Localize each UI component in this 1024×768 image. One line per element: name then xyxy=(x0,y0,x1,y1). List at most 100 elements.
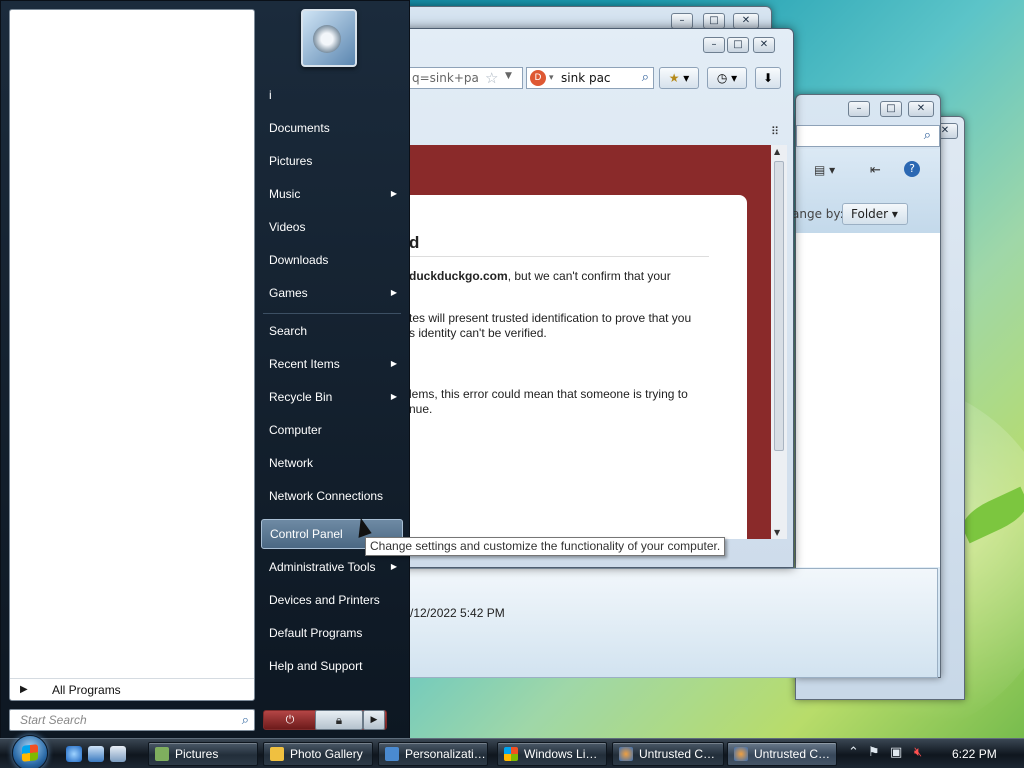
task-button-untrusted-2[interactable]: Untrusted C… xyxy=(727,742,837,766)
address-dropdown-icon[interactable]: ▼ xyxy=(505,71,512,81)
folder-search-field[interactable]: ⌕ xyxy=(796,125,940,147)
task-label: Pictures xyxy=(175,747,219,761)
bookmark-star-icon[interactable]: ☆ xyxy=(485,69,498,87)
menu-item-label: Music xyxy=(269,187,301,201)
error-heading: d xyxy=(409,233,709,257)
user-picture-icon[interactable] xyxy=(301,9,357,67)
sidebar-item-network-connections[interactable]: Network Connections xyxy=(261,483,403,509)
lock-button[interactable]: 🔒︎ xyxy=(315,710,363,730)
scroll-thumb[interactable] xyxy=(774,161,784,451)
sidebar-item-recent-items[interactable]: Recent Items ▶ xyxy=(261,351,403,377)
task-button-pictures[interactable]: Pictures xyxy=(148,742,258,766)
search-engine-box[interactable]: D ▾ sink pac ⌕ xyxy=(526,67,654,89)
minimize-button[interactable]: – xyxy=(848,101,870,117)
arrow-right-icon: ▶ xyxy=(370,715,378,725)
sidebar-item-music[interactable]: Music ▶ xyxy=(261,181,403,207)
sidebar-item-videos[interactable]: Videos xyxy=(261,214,403,240)
show-desktop-icon[interactable] xyxy=(88,746,104,762)
power-icon[interactable]: ⏻ xyxy=(264,711,316,729)
date-modified: /12/2022 5:42 PM xyxy=(410,606,505,620)
maximize-button[interactable]: □ xyxy=(727,37,749,53)
scroll-down-icon[interactable]: ▼ xyxy=(774,528,780,537)
start-search-input[interactable]: Start Search ⌕ xyxy=(9,709,255,731)
task-button-photo-gallery[interactable]: Photo Gallery xyxy=(263,742,373,766)
submenu-arrow-icon: ▶ xyxy=(390,359,397,368)
firefox-icon xyxy=(619,747,633,761)
search-icon[interactable]: ⌕ xyxy=(242,710,249,730)
close-button[interactable]: ✕ xyxy=(908,101,934,117)
scroll-up-icon[interactable]: ▲ xyxy=(774,147,780,156)
show-hidden-icons-icon[interactable]: ⌃ xyxy=(848,745,859,760)
help-icon[interactable]: ? xyxy=(904,161,920,177)
start-search-placeholder: Start Search xyxy=(20,713,87,727)
minimize-button[interactable]: – xyxy=(703,37,725,53)
start-menu: ▶ All Programs Start Search ⌕ i Document… xyxy=(0,0,410,740)
volume-muted-icon[interactable]: 🔇︎ xyxy=(914,745,922,760)
maximize-button[interactable]: □ xyxy=(703,13,725,29)
bookmarks-button[interactable]: ★ ▾ xyxy=(659,67,699,89)
search-icon[interactable]: ⌕ xyxy=(924,128,931,143)
error-line-4: lems, this error could mean that someone… xyxy=(409,387,688,401)
error-line-1-rest: , but we can't confirm that your xyxy=(507,269,671,283)
sidebar-item-help-and-support[interactable]: Help and Support xyxy=(261,653,403,679)
download-arrow-icon: ⬇ xyxy=(762,71,774,85)
task-button-windows-live[interactable]: Windows Li… xyxy=(497,742,607,766)
action-center-flag-icon[interactable]: ⚑ xyxy=(868,745,880,760)
switch-windows-icon[interactable] xyxy=(110,746,126,762)
sidebar-item-default-programs[interactable]: Default Programs xyxy=(261,620,403,646)
search-input[interactable]: sink pac xyxy=(561,68,611,88)
start-button[interactable] xyxy=(12,735,48,768)
close-button[interactable]: ✕ xyxy=(753,37,775,53)
internet-explorer-icon[interactable] xyxy=(66,746,82,762)
vertical-scrollbar[interactable]: ▲ ▼ xyxy=(771,145,787,539)
arrange-by-label: ange by: xyxy=(792,207,844,221)
engine-dropdown-icon[interactable]: ▾ xyxy=(549,68,554,88)
programs-pane[interactable]: ▶ All Programs xyxy=(9,9,255,701)
history-button[interactable]: ◷ ▾ xyxy=(707,67,747,89)
submenu-arrow-icon: ▶ xyxy=(390,189,397,198)
submenu-arrow-icon: ▶ xyxy=(390,562,397,571)
all-programs-button[interactable]: ▶ All Programs xyxy=(10,678,254,700)
lock-icon: 🔒︎ xyxy=(335,713,343,727)
user-folder-item[interactable]: i xyxy=(261,82,403,108)
search-icon[interactable]: ⌕ xyxy=(642,68,649,88)
file-list[interactable] xyxy=(796,233,940,567)
firefox-icon xyxy=(734,747,748,761)
close-button[interactable]: ✕ xyxy=(733,13,759,29)
pane-icon[interactable]: ⇤ xyxy=(870,163,881,178)
clock[interactable]: 6:22 PM xyxy=(952,739,997,768)
sidebar-item-downloads[interactable]: Downloads xyxy=(261,247,403,273)
history-icon: ◷ xyxy=(716,71,728,85)
sidebar-item-recycle-bin[interactable]: Recycle Bin ▶ xyxy=(261,384,403,410)
error-line-5: nue. xyxy=(409,402,433,416)
sidebar-item-games[interactable]: Games ▶ xyxy=(261,280,403,306)
arrange-by-dropdown[interactable]: Folder ▾ xyxy=(842,203,908,225)
maximize-button[interactable]: □ xyxy=(880,101,902,117)
duckduckgo-icon[interactable]: D xyxy=(530,70,546,86)
browser-window[interactable]: – □ ✕ q=sink+pa ☆ ▼ D ▾ sink pac ⌕ ★ ▾ ◷… xyxy=(380,28,794,568)
menu-item-label: Recent Items xyxy=(269,357,340,371)
menu-item-label: Recycle Bin xyxy=(269,390,333,404)
sidebar-item-network[interactable]: Network xyxy=(261,450,403,476)
shutdown-options-button[interactable]: ▶ xyxy=(363,710,385,730)
sidebar-item-pictures[interactable]: Pictures xyxy=(261,148,403,174)
bookmarks-icon: ★ xyxy=(668,71,680,85)
network-icon[interactable]: ▣ xyxy=(890,745,902,760)
sidebar-item-administrative-tools[interactable]: Administrative Tools ▶ xyxy=(261,554,403,580)
task-button-untrusted-1[interactable]: Untrusted C… xyxy=(612,742,724,766)
photo-gallery-icon xyxy=(270,747,284,761)
sidebar-item-documents[interactable]: Documents xyxy=(261,115,403,141)
downloads-button[interactable]: ⬇ xyxy=(755,67,781,89)
sidebar-item-devices-and-printers[interactable]: Devices and Printers xyxy=(261,587,403,613)
views-icon[interactable]: ▤ ▾ xyxy=(814,163,835,177)
task-label: Untrusted C… xyxy=(754,747,831,761)
sidebar-item-search[interactable]: Search xyxy=(261,318,403,344)
error-line-3: s identity can't be verified. xyxy=(409,326,547,340)
windows-live-icon xyxy=(504,747,518,761)
submenu-arrow-icon: ▶ xyxy=(390,392,397,401)
toolbar-grip-icon[interactable]: ⠿ xyxy=(771,125,779,138)
minimize-button[interactable]: – xyxy=(671,13,693,29)
sidebar-item-computer[interactable]: Computer xyxy=(261,417,403,443)
folder-details-strip xyxy=(408,568,938,678)
task-button-personalization[interactable]: Personalizati… xyxy=(378,742,488,766)
